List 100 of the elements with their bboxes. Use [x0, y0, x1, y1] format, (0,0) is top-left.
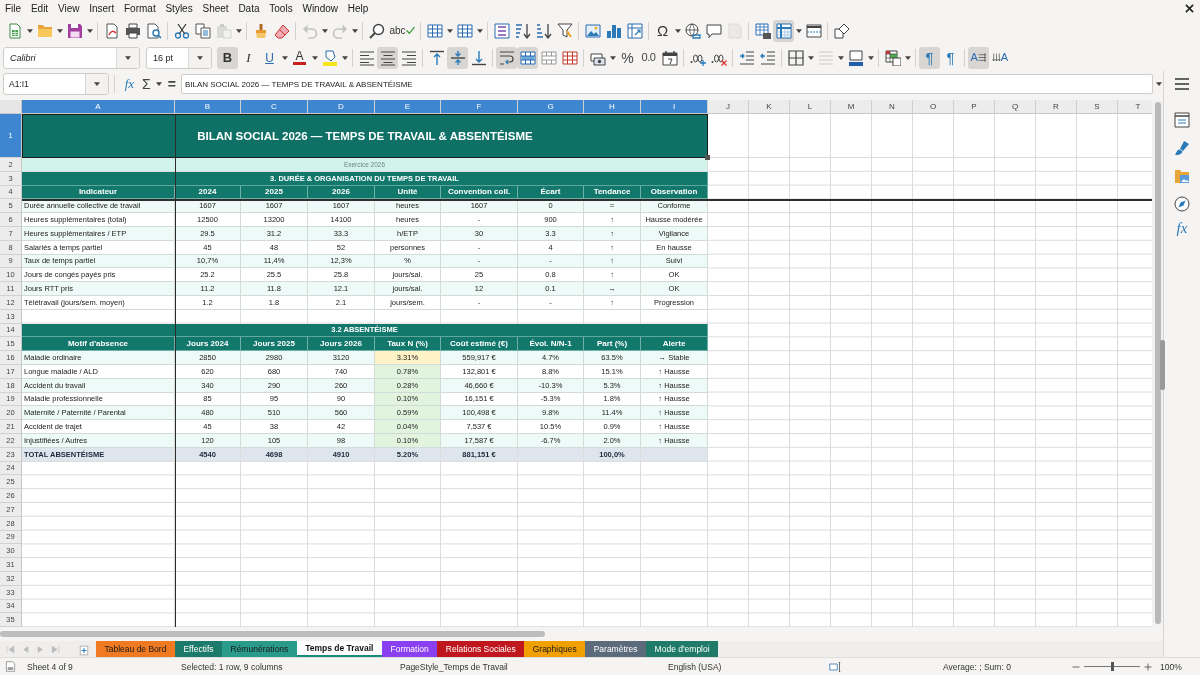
sidebar-handle[interactable] [1160, 340, 1165, 390]
caret-icon[interactable] [125, 55, 131, 60]
caret-icon[interactable] [281, 55, 288, 60]
sheet-tab[interactable]: Temps de Travail [296, 641, 382, 657]
number-format-button[interactable]: 0.0 [638, 46, 659, 69]
pdf-icon[interactable] [103, 22, 120, 39]
menu-item[interactable]: Format [119, 3, 161, 14]
freeze-panes-button[interactable] [773, 19, 795, 42]
highlighter-icon[interactable] [321, 49, 338, 66]
menu-item[interactable]: Sheet [197, 3, 234, 14]
formula-button[interactable]: = [165, 74, 178, 94]
borders-icon[interactable] [787, 49, 804, 66]
column-header[interactable]: K [749, 100, 790, 114]
cut-icon[interactable] [173, 22, 190, 39]
column-header[interactable]: P [954, 100, 995, 114]
column-header[interactable]: D [308, 100, 375, 114]
sum-button[interactable]: Σ [140, 74, 153, 94]
filter-icon[interactable] [556, 22, 573, 39]
column-header[interactable]: H [584, 100, 641, 114]
picture-folder-icon[interactable] [1174, 168, 1190, 184]
sort-icon[interactable] [493, 22, 510, 39]
sort-ascending-icon[interactable] [514, 22, 531, 39]
sheet-tab[interactable]: Paramètres [585, 641, 647, 657]
caret-icon[interactable] [807, 55, 814, 60]
spelling-button[interactable]: abc [387, 19, 418, 42]
menu-item[interactable]: Window [297, 3, 343, 14]
menu-item[interactable]: Tools [264, 3, 298, 14]
selection-mode-icon[interactable] [828, 660, 842, 673]
chart-icon[interactable] [605, 22, 622, 39]
caret-icon[interactable] [156, 82, 163, 86]
copy-icon[interactable] [194, 22, 211, 39]
caret-icon[interactable] [26, 28, 33, 33]
search-icon[interactable] [368, 22, 385, 39]
caret-icon[interactable] [609, 55, 616, 60]
name-box[interactable]: A1:I1 [3, 73, 109, 95]
column-header[interactable]: E [375, 100, 441, 114]
font-name-field[interactable]: Calibri [3, 46, 140, 69]
merge-cells-icon[interactable] [540, 49, 557, 66]
font-size-field[interactable]: 16 pt [146, 46, 212, 69]
underline-button[interactable]: U [259, 46, 280, 69]
eraser-icon[interactable] [273, 22, 290, 39]
align-center-button[interactable] [377, 46, 398, 69]
zoom-in-icon[interactable] [1144, 662, 1152, 671]
increase-indent-icon[interactable] [738, 49, 755, 66]
unmerge-icon[interactable] [561, 49, 578, 66]
caret-icon[interactable] [674, 28, 681, 33]
sheet-tab[interactable]: Tableau de Bord [96, 641, 175, 657]
special-character-button[interactable]: Ω [652, 19, 674, 42]
caret-icon[interactable] [795, 28, 802, 33]
decrease-indent-icon[interactable] [759, 49, 776, 66]
save-icon[interactable] [66, 22, 83, 39]
caret-icon[interactable] [341, 55, 348, 60]
caret-icon[interactable] [321, 28, 328, 33]
fill-handle[interactable] [705, 155, 710, 160]
sheet-tab[interactable]: Graphiques [524, 641, 586, 657]
conditional-format-icon[interactable] [884, 49, 901, 66]
column-header[interactable]: C [241, 100, 308, 114]
table-icon[interactable] [456, 22, 473, 39]
caret-icon[interactable] [837, 55, 844, 60]
image-icon[interactable] [584, 22, 601, 39]
bold-button[interactable]: B [217, 46, 238, 69]
vertical-text-button[interactable]: A [989, 46, 1011, 69]
caret-icon[interactable] [867, 55, 874, 60]
caret-icon[interactable] [446, 28, 453, 33]
menu-item[interactable]: Data [233, 3, 265, 14]
column-header[interactable]: B [175, 100, 241, 114]
menu-item[interactable]: Styles [160, 3, 198, 14]
caret-icon[interactable] [86, 28, 93, 33]
caret-icon[interactable] [56, 28, 63, 33]
column-header[interactable]: S [1077, 100, 1118, 114]
column-header[interactable]: Q [995, 100, 1036, 114]
function-wizard-button[interactable]: fx [122, 74, 137, 94]
close-icon[interactable] [1185, 4, 1194, 13]
border-color-icon[interactable] [847, 49, 864, 66]
caret-icon[interactable] [476, 28, 483, 33]
align-middle-button[interactable] [447, 46, 468, 69]
column-header[interactable]: J [708, 100, 749, 114]
properties-icon[interactable] [1174, 112, 1190, 128]
column-header[interactable]: R [1036, 100, 1077, 114]
column-header[interactable]: A [22, 100, 175, 114]
pivot-table-icon[interactable] [626, 22, 643, 39]
column-header[interactable]: T [1118, 100, 1152, 114]
caret-icon[interactable] [197, 55, 203, 60]
zoom-slider-thumb[interactable] [1110, 662, 1114, 671]
comment-icon[interactable] [705, 22, 722, 39]
sheet-tab[interactable]: Formation [382, 641, 438, 657]
menu-item[interactable]: View [53, 3, 85, 14]
sheet-tab[interactable]: Mode d'emploi [646, 641, 719, 657]
menu-item[interactable]: Insert [84, 3, 120, 14]
column-header[interactable]: L [790, 100, 831, 114]
sheet-tab[interactable]: Rémunérations [222, 641, 297, 657]
caret-icon[interactable] [904, 55, 911, 60]
menu-item[interactable]: File [0, 3, 26, 14]
vertical-scrollbar[interactable] [1154, 102, 1161, 624]
caret-icon[interactable] [235, 28, 242, 33]
globe-link-icon[interactable] [684, 22, 701, 39]
functions-button[interactable]: fx [1176, 220, 1188, 237]
italic-button[interactable]: I [238, 46, 259, 69]
caret-icon[interactable] [1155, 82, 1162, 86]
sheet-tab[interactable]: Relations Sociales [437, 641, 525, 657]
